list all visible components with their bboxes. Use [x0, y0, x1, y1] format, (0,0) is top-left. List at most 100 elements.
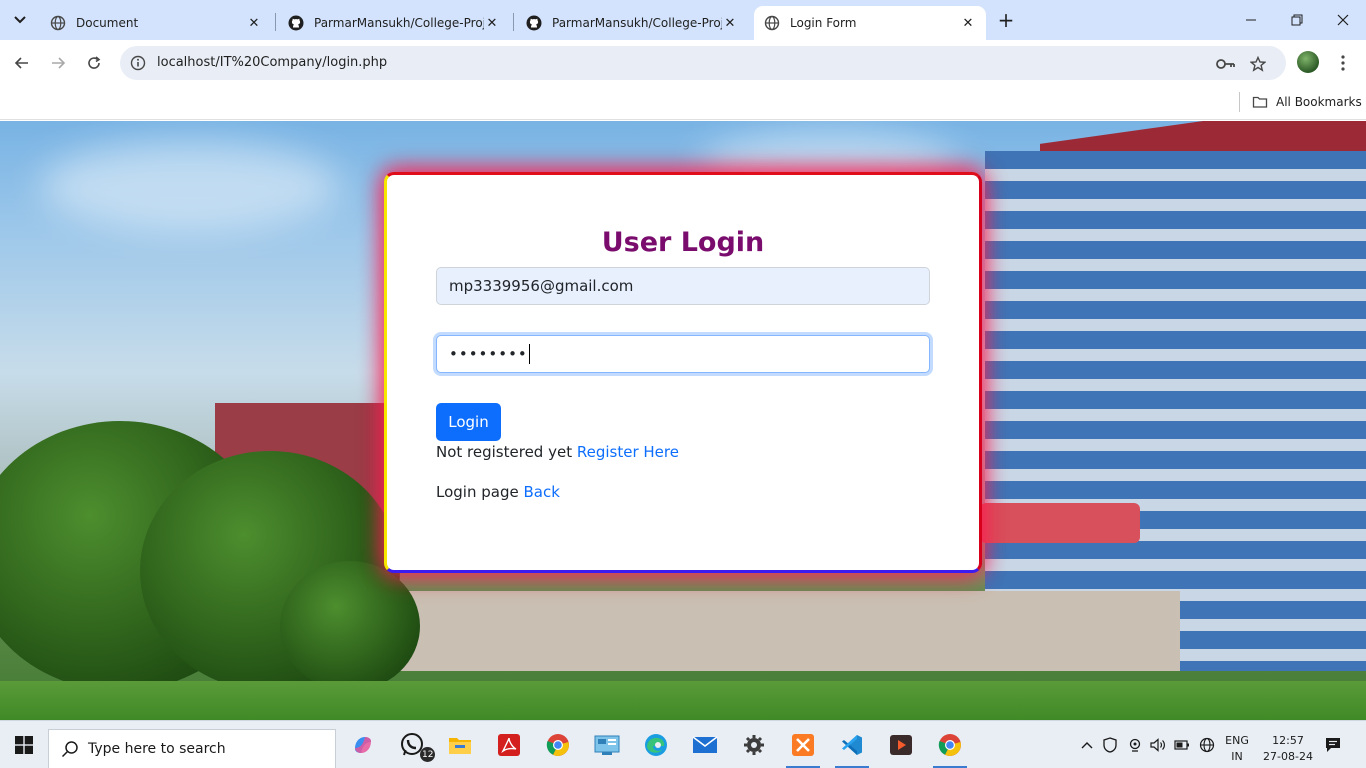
password-field[interactable]: ••••••••	[436, 335, 930, 373]
show-hidden-icons-button[interactable]	[1078, 721, 1096, 768]
bookmarks-bar: All Bookmarks	[0, 86, 1366, 120]
back-button[interactable]	[8, 49, 36, 77]
file-explorer-icon[interactable]	[444, 729, 476, 761]
background-tree	[280, 561, 420, 691]
globe-icon	[764, 15, 780, 31]
mail-icon[interactable]	[689, 729, 721, 761]
volume-icon[interactable]	[1148, 721, 1168, 768]
url-text: localhost/IT%20Company/login.php	[157, 55, 388, 70]
tab-search-button[interactable]	[6, 6, 34, 34]
background-building	[980, 503, 1140, 543]
reload-button[interactable]	[80, 49, 108, 77]
browser-tabstrip: Document ✕ ParmarMansukh/College-Project…	[0, 0, 1366, 40]
search-placeholder: Type here to search	[88, 741, 226, 757]
clock-date: 27-08-24	[1263, 750, 1313, 763]
language-indicator[interactable]: ENG IN	[1222, 733, 1252, 765]
whatsapp-badge: 12	[420, 747, 436, 762]
new-tab-button[interactable]: +	[994, 8, 1018, 32]
background-building	[380, 591, 1180, 671]
globe-icon	[50, 15, 66, 31]
email-value: mp3339956@gmail.com	[449, 277, 634, 295]
chrome-active-icon[interactable]	[934, 729, 966, 761]
tab-title: ParmarMansukh/College-Projects	[314, 16, 484, 30]
region-code: IN	[1231, 750, 1243, 763]
close-icon[interactable]: ✕	[246, 15, 262, 31]
close-icon[interactable]: ✕	[484, 15, 500, 31]
security-shield-icon[interactable]	[1100, 721, 1120, 768]
password-value: ••••••••	[449, 345, 528, 363]
restore-button[interactable]	[1274, 0, 1320, 40]
minimize-icon	[1246, 19, 1256, 21]
adobe-acrobat-icon[interactable]	[493, 729, 525, 761]
github-icon	[288, 15, 304, 31]
media-player-icon[interactable]	[885, 729, 917, 761]
tab-document[interactable]: Document ✕	[40, 6, 272, 40]
taskbar-search-input[interactable]: Type here to search	[48, 729, 336, 768]
settings-icon[interactable]	[738, 729, 770, 761]
windows-taskbar: Type here to search 12 ENG IN 12:57 27-0…	[0, 720, 1366, 768]
background-lawn	[0, 681, 1366, 720]
github-icon	[526, 15, 542, 31]
restore-icon	[1291, 14, 1303, 26]
address-bar[interactable]: localhost/IT%20Company/login.php	[120, 46, 1286, 80]
info-icon[interactable]	[130, 55, 146, 71]
login-button[interactable]: Login	[436, 403, 501, 441]
bookmarks-divider	[1239, 92, 1240, 112]
register-text: Not registered yet	[436, 443, 573, 461]
tab-github-2[interactable]: ParmarMansukh/College-Projects ✕	[516, 6, 748, 40]
tab-separator	[513, 13, 514, 31]
reload-icon	[88, 56, 101, 69]
xampp-icon[interactable]	[787, 729, 819, 761]
windows-logo-icon	[15, 736, 33, 754]
system-clock[interactable]: 12:57 27-08-24	[1256, 733, 1320, 765]
close-icon	[1337, 14, 1349, 26]
email-field[interactable]: mp3339956@gmail.com	[436, 267, 930, 305]
background-cloud	[40, 141, 340, 231]
control-panel-icon[interactable]	[591, 729, 623, 761]
password-key-icon[interactable]	[1216, 54, 1236, 74]
register-link[interactable]: Register Here	[577, 443, 679, 461]
arrow-right-icon	[52, 57, 66, 69]
chevron-down-icon	[14, 16, 26, 24]
browser-toolbar: localhost/IT%20Company/login.php	[0, 40, 1366, 86]
close-icon[interactable]: ✕	[960, 15, 976, 31]
tab-title: Login Form	[790, 16, 857, 30]
login-card: User Login mp3339956@gmail.com •••••••• …	[384, 172, 982, 573]
start-button[interactable]	[0, 721, 48, 768]
minimize-button[interactable]	[1228, 0, 1274, 40]
edge-icon[interactable]	[640, 729, 672, 761]
network-globe-icon[interactable]	[1196, 721, 1218, 768]
vscode-icon[interactable]	[836, 729, 868, 761]
chrome-icon[interactable]	[542, 729, 574, 761]
browser-menu-button[interactable]	[1333, 49, 1353, 77]
more-vert-icon	[1341, 55, 1345, 71]
all-bookmarks-button[interactable]: All Bookmarks	[1252, 91, 1362, 113]
copilot-icon[interactable]	[347, 729, 379, 761]
folder-icon	[1252, 96, 1268, 108]
tab-title: ParmarMansukh/College-Projects	[552, 16, 722, 30]
register-line: Not registered yet Register Here	[436, 443, 679, 461]
webcam-icon[interactable]	[1125, 721, 1145, 768]
profile-avatar[interactable]	[1297, 51, 1319, 73]
arrow-left-icon	[14, 57, 28, 69]
tab-separator	[275, 13, 276, 31]
tab-title: Document	[76, 16, 139, 30]
language-code: ENG	[1225, 734, 1249, 747]
battery-icon[interactable]	[1172, 721, 1192, 768]
bookmark-star-icon[interactable]	[1248, 54, 1268, 74]
back-line: Login page Back	[436, 483, 560, 501]
clock-time: 12:57	[1272, 734, 1304, 747]
notifications-icon[interactable]	[1322, 721, 1344, 768]
page-title: User Login	[601, 227, 765, 258]
text-caret	[528, 344, 530, 364]
forward-button[interactable]	[44, 49, 72, 77]
tab-github-1[interactable]: ParmarMansukh/College-Projects ✕	[278, 6, 510, 40]
chevron-up-icon	[1081, 742, 1093, 749]
back-text: Login page	[436, 483, 519, 501]
tab-login-form[interactable]: Login Form ✕	[754, 6, 986, 40]
close-icon[interactable]: ✕	[722, 15, 738, 31]
all-bookmarks-label: All Bookmarks	[1276, 95, 1362, 109]
page-background: User Login mp3339956@gmail.com •••••••• …	[0, 121, 1366, 720]
back-link[interactable]: Back	[523, 483, 559, 501]
close-window-button[interactable]	[1320, 0, 1366, 40]
